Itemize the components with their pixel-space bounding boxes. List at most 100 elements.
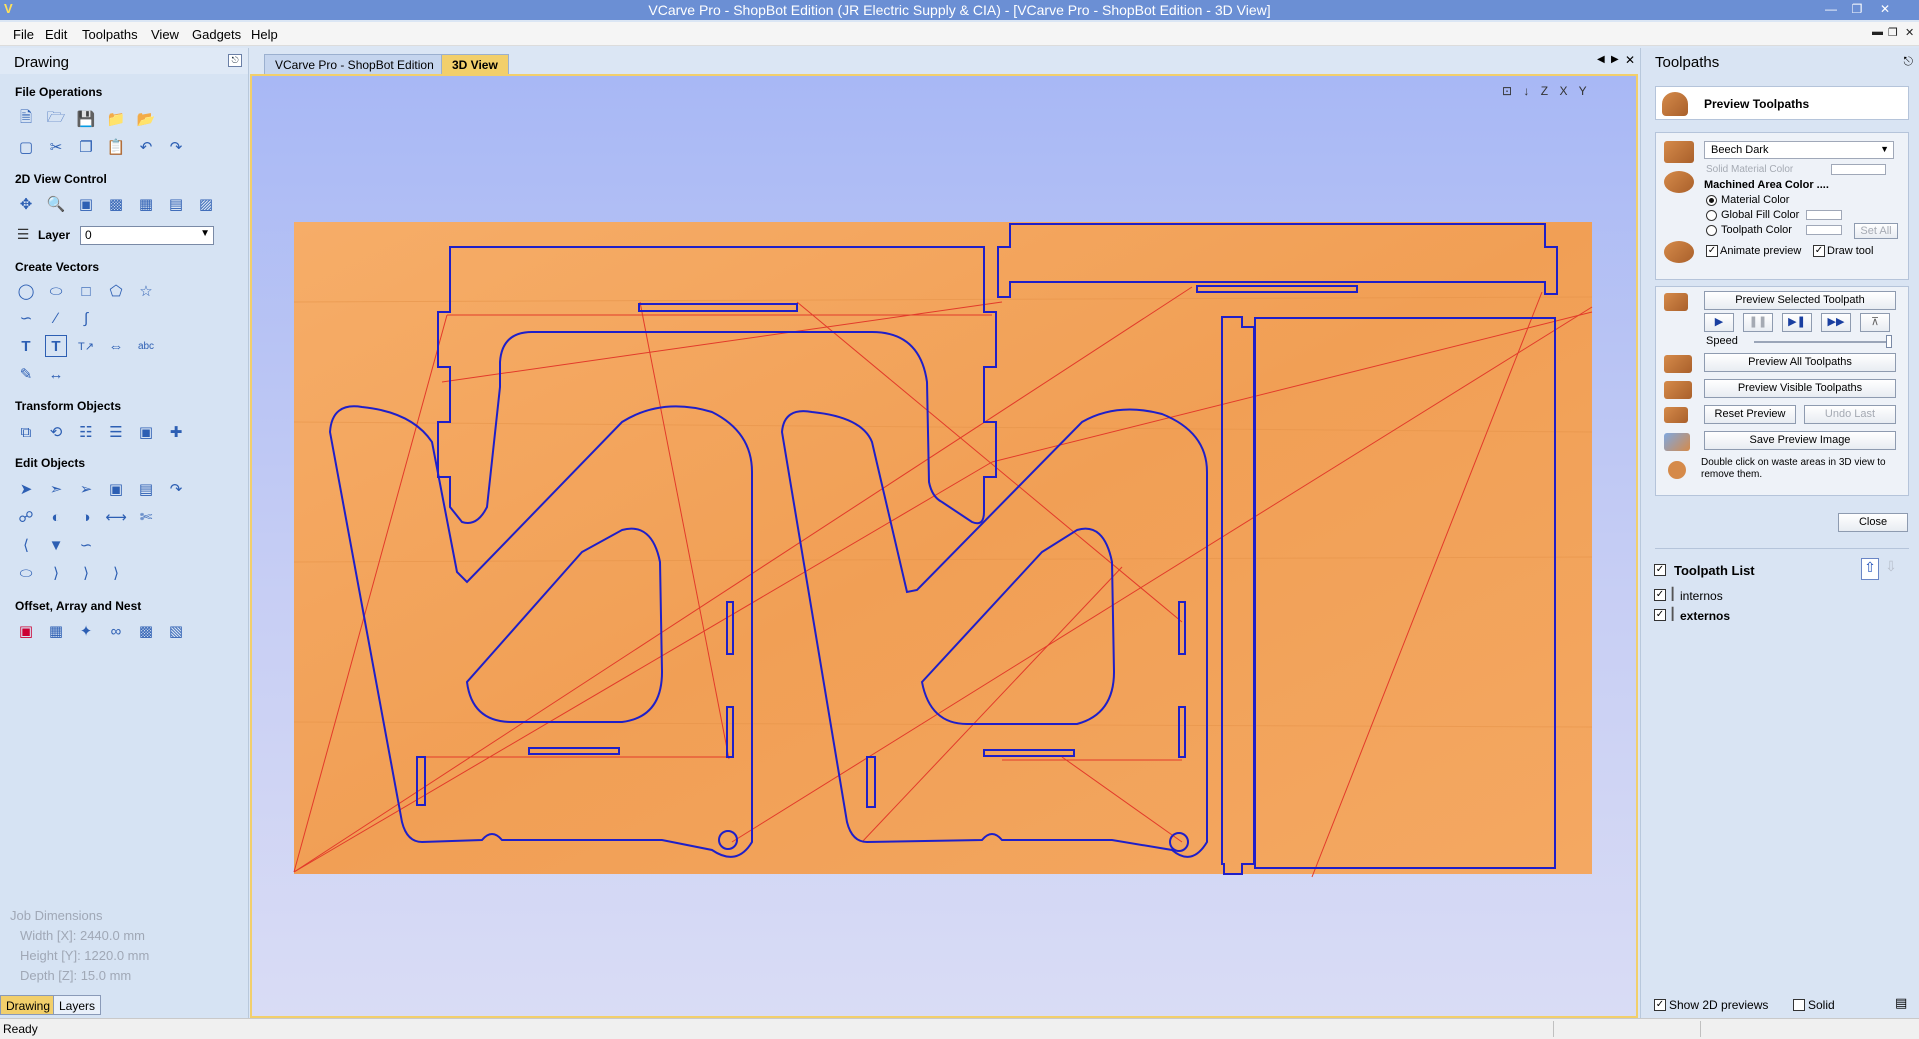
preview-selected-toolpath-button[interactable]: Preview Selected Toolpath [1704, 291, 1896, 310]
radio-toolpath-color[interactable] [1706, 225, 1717, 236]
undo-last-button[interactable]: Undo Last [1804, 405, 1896, 424]
intersect-icon[interactable]: ◑ [75, 506, 97, 528]
speed-slider[interactable] [1754, 341, 1890, 343]
circle-icon[interactable]: ◯ [15, 280, 37, 302]
zoom-icon[interactable]: 🔍 [45, 193, 67, 215]
menu-edit[interactable]: Edit [45, 27, 67, 42]
show-2d-previews-checkbox[interactable]: ✓ [1654, 999, 1666, 1011]
preview-visible-toolpaths-button[interactable]: Preview Visible Toolpaths [1704, 379, 1896, 398]
global-fill-color-swatch[interactable] [1806, 210, 1842, 220]
interactive-select-icon[interactable]: ➢ [75, 478, 97, 500]
fit-view-icon[interactable]: ⊡ [1502, 84, 1516, 98]
toolpath-color-swatch[interactable] [1806, 225, 1842, 235]
toolpath-externos-label[interactable]: externos [1680, 609, 1730, 623]
scale-icon[interactable]: ▣ [135, 421, 157, 443]
animate-preview-checkbox[interactable]: ✓ [1706, 245, 1718, 257]
zoom-selection-icon[interactable]: ▩ [105, 193, 127, 215]
move-icon[interactable]: ⧉ [15, 421, 37, 443]
curve-icon[interactable]: ∕ [45, 307, 67, 329]
dogbone-icon[interactable]: ▼ [45, 534, 67, 556]
layer-dropdown[interactable]: 0 ▼ [80, 226, 214, 245]
tab-scroll-right-icon[interactable]: ▶ [1611, 54, 1619, 65]
mdi-minimize-icon[interactable]: ▬ [1872, 26, 1883, 38]
curve-fit-icon[interactable]: ∽ [75, 534, 97, 556]
toolpath-internos-checkbox[interactable]: ✓ [1654, 589, 1666, 601]
grid-icon[interactable]: ▦ [135, 193, 157, 215]
move-down-icon[interactable]: ⇩ [1882, 558, 1900, 580]
auto-nest-icon[interactable]: ▧ [165, 620, 187, 642]
solid-checkbox[interactable] [1793, 999, 1805, 1011]
smooth-icon[interactable]: ⟩ [105, 562, 127, 584]
play-icon[interactable]: ▶ [1704, 313, 1734, 332]
y-view-icon[interactable]: Y [1579, 84, 1591, 98]
new-file-icon[interactable]: 🗎 [15, 108, 37, 130]
rulers-icon[interactable]: ▤ [165, 193, 187, 215]
radio-global-fill-color[interactable] [1706, 210, 1717, 221]
copy-icon[interactable]: ❐ [75, 136, 97, 158]
weld-icon[interactable]: ☍ [15, 506, 37, 528]
toolpath-internos-label[interactable]: internos [1680, 589, 1723, 603]
save-icon[interactable]: 💾 [75, 108, 97, 130]
dimension-icon[interactable]: ⇔ [105, 335, 127, 357]
polyline-icon[interactable]: ∽ [15, 307, 37, 329]
minimize-icon[interactable]: — [1820, 1, 1842, 17]
spell-check-icon[interactable]: abc [135, 335, 157, 357]
menu-gadgets[interactable]: Gadgets [192, 27, 241, 42]
zoom-extents-icon[interactable]: ▣ [75, 193, 97, 215]
rectangle-icon[interactable]: □ [75, 280, 97, 302]
maximize-icon[interactable]: ❐ [1846, 1, 1868, 17]
close-vector-icon[interactable]: ⬭ [15, 562, 37, 584]
select-icon[interactable]: ➤ [15, 478, 37, 500]
cut-icon[interactable]: ✂ [45, 136, 67, 158]
close-tab-icon[interactable]: ✕ [1625, 53, 1635, 67]
preview-all-toolpaths-button[interactable]: Preview All Toolpaths [1704, 353, 1896, 372]
text-on-curve-icon[interactable]: T↗ [75, 335, 97, 357]
x-view-icon[interactable]: X [1559, 84, 1571, 98]
rotate-icon[interactable]: ⟲ [45, 421, 67, 443]
menu-view[interactable]: View [151, 27, 179, 42]
node-edit-icon[interactable]: ➣ [45, 478, 67, 500]
toolpath-list-checkbox[interactable]: ✓ [1654, 564, 1666, 576]
save-preview-image-button[interactable]: Save Preview Image [1704, 431, 1896, 450]
move-up-icon[interactable]: ⇧ [1861, 558, 1879, 580]
summary-icon[interactable]: ▤ [1895, 995, 1907, 1011]
import-icon[interactable]: 📁 [105, 108, 127, 130]
tab-3d-view[interactable]: 3D View [441, 54, 509, 74]
group-icon[interactable]: ▣ [105, 478, 127, 500]
menu-toolpaths[interactable]: Toolpaths [82, 27, 138, 42]
tab-2d-view[interactable]: VCarve Pro - ShopBot Edition [264, 54, 445, 74]
measure-tool-icon[interactable]: ↷ [165, 478, 187, 500]
text-area-icon[interactable]: T [45, 335, 67, 357]
pin-icon[interactable]: ⎋ [228, 54, 242, 67]
measure-icon[interactable]: ↔ [45, 363, 67, 385]
polygon-icon[interactable]: ⬠ [105, 280, 127, 302]
z-view-icon[interactable]: Z [1541, 84, 1552, 98]
menu-file[interactable]: File [13, 27, 34, 42]
toggle-3d-icon[interactable]: ▨ [195, 193, 217, 215]
copy-along-vector-icon[interactable]: ∞ [105, 620, 127, 642]
offset-vectors-icon[interactable]: ▣ [15, 620, 37, 642]
skip-to-end-icon[interactable]: ⊼ [1860, 313, 1890, 332]
align-icon[interactable]: ☷ [75, 421, 97, 443]
join-icon[interactable]: ⟷ [105, 506, 127, 528]
paste-icon[interactable]: 📋 [105, 136, 127, 158]
extend-icon[interactable]: ⟩ [45, 562, 67, 584]
tab-drawing[interactable]: Drawing [0, 995, 57, 1015]
offset-icon[interactable]: ⟩ [75, 562, 97, 584]
nesting-icon[interactable]: ▩ [135, 620, 157, 642]
import-bitmap-icon[interactable]: 📂 [135, 108, 157, 130]
material-dropdown[interactable]: Beech Dark ▼ [1704, 141, 1894, 159]
open-file-icon[interactable]: 🗁 [45, 108, 67, 130]
star-icon[interactable]: ☆ [135, 280, 157, 302]
reset-preview-button[interactable]: Reset Preview [1704, 405, 1796, 424]
toolpath-externos-checkbox[interactable]: ✓ [1654, 609, 1666, 621]
ungroup-icon[interactable]: ▤ [135, 478, 157, 500]
block-copy-icon[interactable]: ▦ [45, 620, 67, 642]
fast-forward-icon[interactable]: ▶▶ [1821, 313, 1851, 332]
menu-help[interactable]: Help [251, 27, 278, 42]
3d-view-canvas[interactable] [250, 74, 1638, 1018]
pan-icon[interactable]: ✥ [15, 193, 37, 215]
text-icon[interactable]: T [15, 335, 37, 357]
mirror-icon[interactable]: ☰ [105, 421, 127, 443]
draw-tool-checkbox[interactable]: ✓ [1813, 245, 1825, 257]
